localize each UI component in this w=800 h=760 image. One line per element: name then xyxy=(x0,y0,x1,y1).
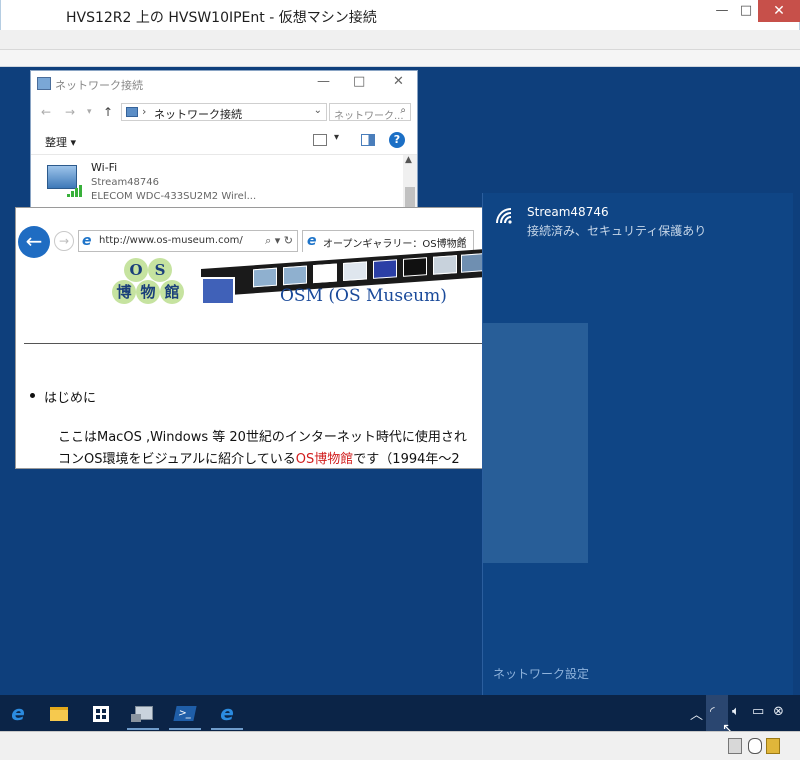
mouse-icon xyxy=(748,738,762,754)
intro-text-line1: ここはMacOS ,Windows 等 20世紀のインターネット時代に使用され xyxy=(58,430,467,445)
site-title: OSM (OS Museum) xyxy=(280,286,447,306)
network-maximize-button[interactable]: □ xyxy=(353,74,365,89)
show-hidden-icon[interactable]: ︿ xyxy=(690,704,703,723)
scrollbar-thumb[interactable] xyxy=(405,187,415,209)
intro-bullet[interactable]: はじめに xyxy=(29,387,96,406)
guest-desktop: ネットワーク接続 — □ ✕ ← → ▾ ↑ › ネットワーク接続 ⌄ ネットワ… xyxy=(0,67,800,695)
store-icon[interactable] xyxy=(85,698,117,730)
keyboard-icon xyxy=(728,738,742,754)
os-museum-logo: O S 博 物 館 xyxy=(112,258,184,304)
organize-button[interactable]: 整理 ▾ xyxy=(45,134,76,150)
file-explorer-icon[interactable] xyxy=(43,698,75,730)
lock-icon xyxy=(766,738,780,754)
powershell-icon[interactable]: >_ xyxy=(169,698,201,730)
vertical-scrollbar[interactable]: ▲ xyxy=(403,155,417,209)
taskbar: e >_ e ︿ ◜ 🔈︎ ▭ ⊗ ↖ xyxy=(0,695,800,737)
network-close-button[interactable]: ✕ xyxy=(393,74,404,89)
search-placeholder: ネットワーク... xyxy=(334,111,404,122)
network-connections-window: ネットワーク接続 — □ ✕ ← → ▾ ↑ › ネットワーク接続 ⌄ ネットワ… xyxy=(30,70,418,210)
network-minimize-button[interactable]: — xyxy=(317,74,330,89)
signal-strength-icon xyxy=(67,185,85,197)
logo-char: S xyxy=(148,258,172,282)
flyout-network-status: 接続済み、セキュリティ保護あり xyxy=(527,224,707,238)
url-tools-icon[interactable]: ⌕ ▾ ↻ xyxy=(265,234,293,248)
intro-text-line2: コンOS環境をビジュアルに紹介しているOS博物館です（1994年〜2 xyxy=(58,448,460,467)
up-arrow-icon[interactable]: ↑ xyxy=(103,105,113,119)
back-button[interactable]: ← xyxy=(18,226,50,258)
vm-title-bar: HVS12R2 上の HVSW10IPEnt - 仮想マシン接続 — □ ✕ xyxy=(0,0,800,30)
logo-char: 物 xyxy=(136,280,160,304)
flyout-blur-region xyxy=(483,323,588,563)
address-dropdown-icon[interactable]: ⌄ xyxy=(314,105,322,116)
logo-char: O xyxy=(124,258,148,282)
recent-dropdown-icon[interactable]: ▾ xyxy=(87,107,92,117)
os-museum-link[interactable]: OS博物館 xyxy=(296,452,354,467)
logo-char: 博 xyxy=(112,280,136,304)
address-text: ネットワーク接続 xyxy=(154,108,242,121)
vm-maximize-button[interactable]: □ xyxy=(735,0,757,22)
breadcrumb-chevron-icon: › xyxy=(142,105,147,118)
network-app-icon[interactable] xyxy=(127,698,159,730)
edge-icon[interactable]: e xyxy=(2,698,34,730)
view-dropdown-icon[interactable]: ▾ xyxy=(334,132,339,143)
volume-icon[interactable]: 🔈︎ xyxy=(732,704,740,719)
tab-title: オープンギャラリー：OS博物館 xyxy=(323,239,467,250)
network-window-title: ネットワーク接続 xyxy=(55,79,143,92)
back-arrow-icon[interactable]: ← xyxy=(41,105,51,119)
vm-close-button[interactable]: ✕ xyxy=(758,0,800,22)
tab-close-icon[interactable]: ✕ xyxy=(458,234,467,247)
browser-tab[interactable]: e オープンギャラリー：OS博物館 ✕ xyxy=(302,230,474,252)
vm-window-title: HVS12R2 上の HVSW10IPEnt - 仮想マシン接続 xyxy=(66,10,377,26)
tab-ie-icon: e xyxy=(307,233,317,249)
search-icon: ⌕ xyxy=(400,105,406,116)
forward-button[interactable]: → xyxy=(54,231,74,251)
film-thumbnail xyxy=(201,277,235,305)
help-icon[interactable]: ? xyxy=(389,132,405,148)
adapter-network: Stream48746 xyxy=(91,177,159,188)
vm-minimize-button[interactable]: — xyxy=(709,0,735,22)
ie-window: ← → e http://www.os-museum.com/ ⌕ ▾ ↻ e … xyxy=(15,207,485,469)
divider xyxy=(24,343,484,344)
action-center-icon[interactable]: ▭ xyxy=(752,704,764,719)
wifi-icon xyxy=(496,208,512,224)
logo-char: 館 xyxy=(160,280,184,304)
preview-pane-icon[interactable] xyxy=(361,134,375,146)
wifi-icon: ◜ xyxy=(710,704,715,718)
close-icon[interactable]: ⊗ xyxy=(773,704,784,719)
url-text: http://www.os-museum.com/ xyxy=(99,235,243,246)
network-window-titlebar: ネットワーク接続 — □ ✕ xyxy=(31,71,417,97)
adapter-name: Wi-Fi xyxy=(91,161,118,174)
ie-page-icon: e xyxy=(82,233,92,249)
command-bar: 整理 ▾ ▾ ? xyxy=(31,127,417,155)
search-box[interactable]: ネットワーク... ⌕ xyxy=(329,103,411,122)
wifi-adapter-item[interactable]: Wi-Fi Stream48746 ELECOM WDC-433SU2M2 Wi… xyxy=(45,161,385,209)
network-settings-link[interactable]: ネットワーク設定 xyxy=(493,665,589,682)
change-view-icon[interactable] xyxy=(313,134,327,146)
intro-text-line2-end: です（1994年〜2 xyxy=(353,452,460,467)
network-flyout: Stream48746 接続済み、セキュリティ保護あり ネットワーク設定 xyxy=(482,193,793,695)
vm-menu-bar xyxy=(0,30,800,50)
vm-status-bar xyxy=(0,731,800,760)
ie-icon[interactable]: e xyxy=(211,698,243,730)
flyout-network-name[interactable]: Stream48746 xyxy=(527,205,609,219)
scroll-up-icon[interactable]: ▲ xyxy=(405,155,412,165)
address-bar: ← → ▾ ↑ › ネットワーク接続 ⌄ ネットワーク... ⌕ xyxy=(31,101,417,123)
url-bar[interactable]: e http://www.os-museum.com/ ⌕ ▾ ↻ xyxy=(78,230,298,252)
intro-text-line2-start: コンOS環境をビジュアルに紹介している xyxy=(58,452,296,467)
network-location-icon xyxy=(126,107,138,117)
network-folder-icon xyxy=(37,77,51,90)
adapter-device: ELECOM WDC-433SU2M2 Wirel... xyxy=(91,191,257,202)
address-box[interactable]: › ネットワーク接続 ⌄ xyxy=(121,103,327,121)
vm-toolbar xyxy=(0,50,800,67)
forward-arrow-icon[interactable]: → xyxy=(65,105,75,119)
